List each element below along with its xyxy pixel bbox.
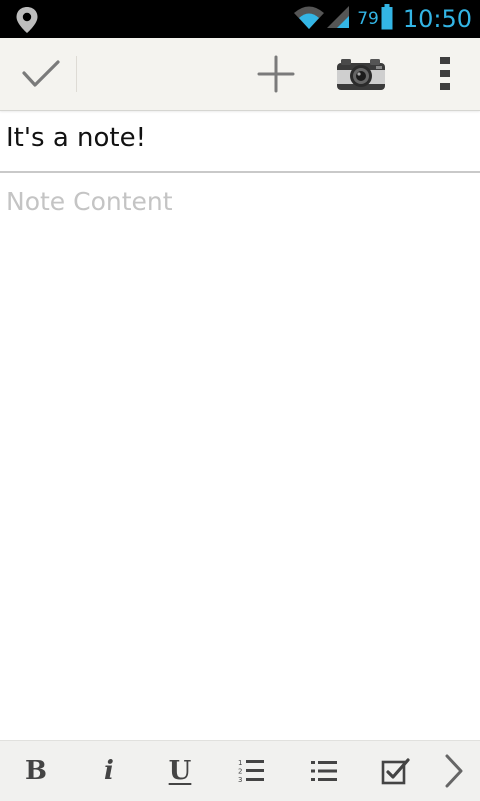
- note-content-placeholder: Note Content: [6, 187, 173, 216]
- svg-text:1: 1: [238, 759, 242, 767]
- italic-button[interactable]: i: [79, 741, 139, 801]
- status-bar: 79 10:50: [0, 0, 480, 38]
- signal-icon: [325, 4, 351, 34]
- more-formats-button[interactable]: [424, 741, 480, 801]
- chevron-right-icon: [445, 754, 463, 788]
- wifi-icon: [293, 4, 325, 34]
- bulleted-list-button[interactable]: [294, 741, 354, 801]
- add-button[interactable]: [246, 38, 306, 110]
- battery-icon: [381, 4, 393, 34]
- note-title-text: It's a note!: [6, 123, 147, 153]
- checkbox-icon: [381, 758, 410, 785]
- note-content-field[interactable]: Note Content: [0, 173, 480, 739]
- status-icons: 79 10:50: [293, 0, 472, 38]
- bold-button[interactable]: B: [6, 741, 66, 801]
- done-button[interactable]: [10, 38, 72, 110]
- checkmark-icon: [22, 60, 60, 87]
- battery-percent: 79: [357, 9, 379, 29]
- svg-text:3: 3: [238, 776, 242, 784]
- location-icon: [14, 6, 40, 34]
- underline-button[interactable]: U: [150, 741, 210, 801]
- numbered-list-button[interactable]: 1 2 3: [221, 741, 281, 801]
- overflow-menu-icon: [440, 57, 450, 90]
- plus-icon: [257, 55, 295, 93]
- numbered-list-icon: 1 2 3: [238, 759, 264, 784]
- note-title-field[interactable]: It's a note!: [0, 111, 480, 173]
- action-bar: [0, 38, 480, 111]
- status-time: 10:50: [402, 5, 472, 33]
- action-bar-divider: [76, 56, 77, 92]
- camera-icon: [337, 59, 385, 90]
- svg-text:2: 2: [238, 768, 242, 776]
- camera-button[interactable]: [330, 38, 392, 110]
- format-toolbar: B i U 1 2 3: [0, 740, 480, 801]
- bulleted-list-icon: [311, 761, 337, 781]
- checkbox-button[interactable]: [366, 741, 426, 801]
- overflow-menu-button[interactable]: [420, 38, 470, 110]
